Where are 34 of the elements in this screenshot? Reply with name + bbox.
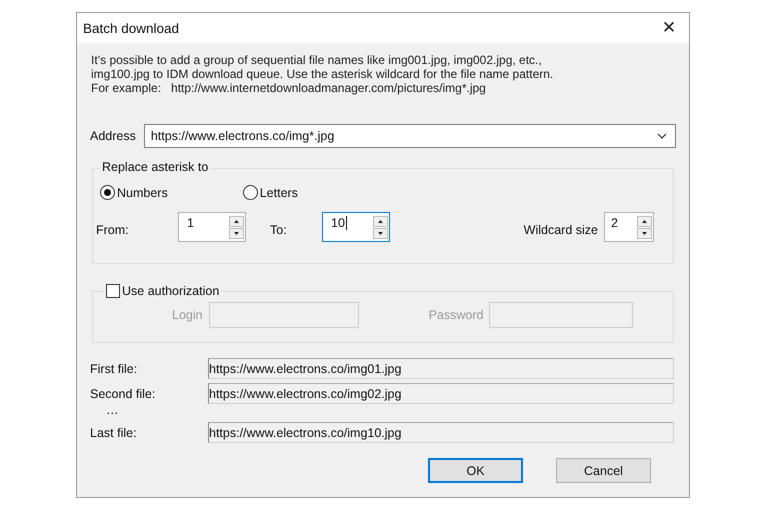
address-combo[interactable]: https://www.electrons.co/img*.jpg (144, 124, 676, 148)
field-label: Login (172, 308, 203, 322)
spinner-label: Wildcard size (524, 222, 598, 237)
dialog-button[interactable]: Cancel (556, 458, 651, 483)
radio-icon[interactable] (242, 185, 258, 200)
file-url-field: https://www.electrons.co/img10.jpg (208, 422, 674, 443)
spinner-label: From: (96, 222, 130, 237)
description-text: For example: http://www.internetdownloadmanager.com/pictures/img*.jpg (91, 81, 487, 95)
file-label: … (105, 406, 120, 414)
field-label: Password (428, 308, 484, 322)
file-url-field: https://www.electrons.co/img02.jpg (208, 383, 674, 404)
number-spinner[interactable]: 1 (178, 212, 246, 242)
checkbox[interactable] (106, 284, 120, 298)
radio-label: Numbers (117, 186, 168, 200)
close-button[interactable]: ✕ (649, 13, 689, 43)
file-label: First file: (90, 362, 138, 376)
description-text: img100.jpg to IDM download queue. Use the asterisk wildcard for the file name pattern. (91, 67, 554, 81)
radio-icon[interactable] (100, 185, 115, 200)
radio-label: Letters (260, 186, 298, 200)
dialog-button[interactable]: OK (428, 458, 523, 483)
radio-option[interactable]: Letters (242, 185, 298, 200)
checkbox-label: Use authorization (122, 283, 220, 299)
radio-option[interactable]: Numbers (100, 185, 168, 200)
file-label: Last file: (90, 426, 138, 440)
file-label: Second file: (90, 386, 156, 400)
number-spinner[interactable]: 2 (604, 212, 654, 242)
description-text: It’s possible to add a group of sequential file names like img001.jpg, img002.jpg, etc., (91, 53, 543, 67)
window-title: Batch download (83, 20, 180, 36)
number-spinner[interactable]: 10 (322, 212, 390, 242)
file-url-field: https://www.electrons.co/img01.jpg (208, 358, 674, 379)
address-label: Address (90, 129, 136, 143)
group-title: Replace asterisk to (100, 159, 210, 175)
spinner-label: To: (269, 222, 288, 237)
dropdown-caret-icon (657, 133, 667, 139)
